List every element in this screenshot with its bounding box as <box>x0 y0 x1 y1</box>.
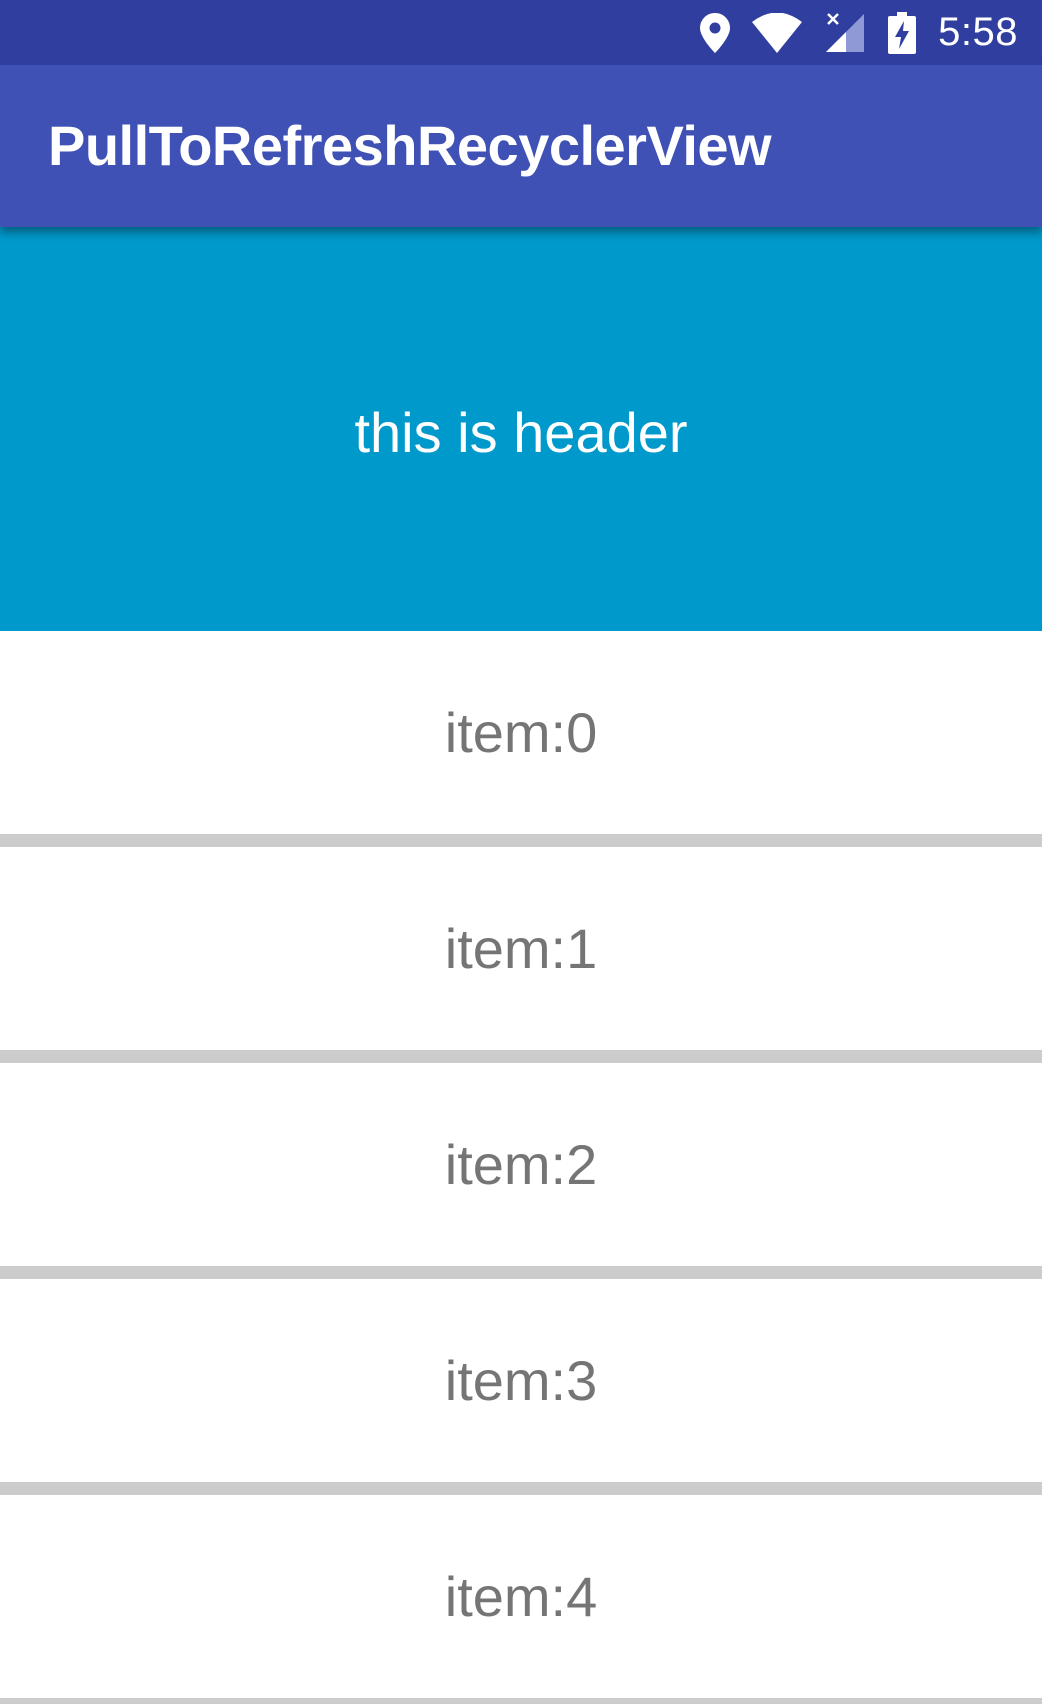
wifi-icon <box>752 12 803 53</box>
list-item[interactable]: item:2 <box>0 1063 1042 1279</box>
app-screen: 5:58 PullToRefreshRecyclerView this is h… <box>0 0 1042 1704</box>
list-item-label: item:0 <box>444 701 598 764</box>
list-item-label: item:4 <box>444 1565 598 1628</box>
app-bar: PullToRefreshRecyclerView <box>0 65 1042 227</box>
cell-signal-no-data-icon <box>824 12 866 54</box>
status-bar: 5:58 <box>0 0 1042 65</box>
app-title: PullToRefreshRecyclerView <box>48 114 772 177</box>
list-item[interactable]: item:0 <box>0 631 1042 847</box>
list-item[interactable]: item:1 <box>0 847 1042 1063</box>
list-item-label: item:1 <box>444 917 598 980</box>
list-item-label: item:3 <box>444 1349 598 1412</box>
status-icons: 5:58 <box>700 0 1018 65</box>
status-time: 5:58 <box>938 10 1018 54</box>
list-item-label: item:2 <box>444 1133 598 1196</box>
list-item[interactable]: item:3 <box>0 1279 1042 1495</box>
location-icon <box>700 12 731 53</box>
list-header: this is header <box>0 227 1042 631</box>
list-item[interactable]: item:4 <box>0 1495 1042 1704</box>
header-text: this is header <box>354 400 688 464</box>
recycler-list[interactable]: item:0 item:1 item:2 item:3 item:4 <box>0 631 1042 1704</box>
battery-charging-icon <box>888 11 917 54</box>
